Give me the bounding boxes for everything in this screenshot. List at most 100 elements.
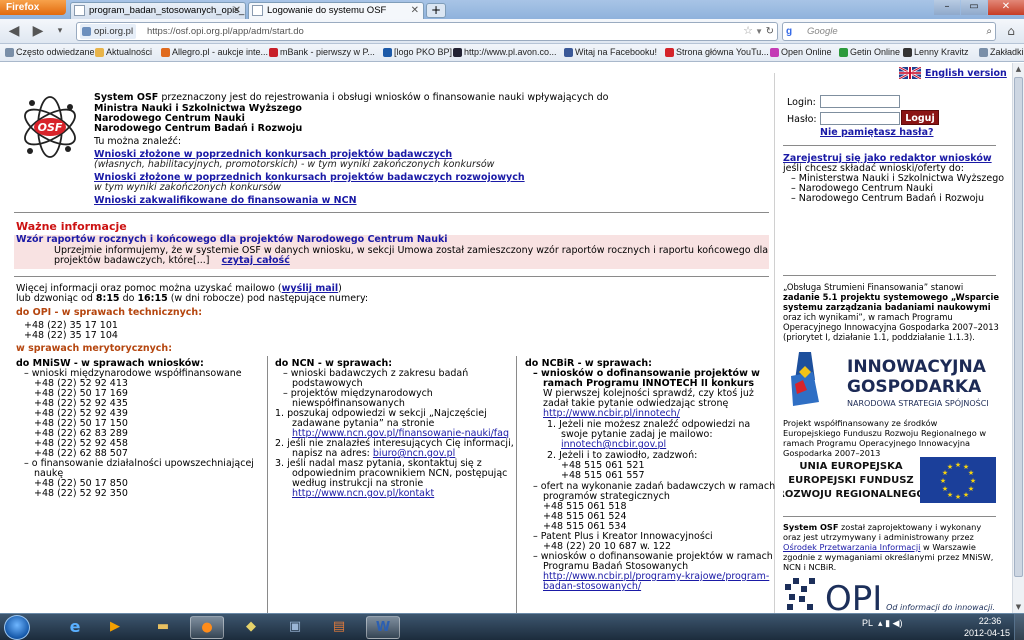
link-ncn-qualified[interactable]: Wnioski zakwalifikowane do finansowania … xyxy=(94,195,357,206)
bookmark-item[interactable]: Getin Online xyxy=(838,44,900,61)
password-label: Hasło: xyxy=(787,114,817,125)
divider xyxy=(14,276,769,277)
bookmarks-menu[interactable]: Zakładki xyxy=(978,44,1024,61)
bookmark-item[interactable]: Lenny Kravitz xyxy=(902,44,969,61)
url-dropdown-icon[interactable]: ▼ xyxy=(755,23,763,40)
history-dropdown-icon[interactable]: ▾ xyxy=(50,22,70,41)
clock-date[interactable]: 2012-04-15 xyxy=(962,628,1012,638)
reload-icon[interactable]: ↻ xyxy=(766,23,774,40)
close-window-button[interactable]: ✕ xyxy=(988,0,1024,15)
media-player-icon[interactable]: ▶ xyxy=(98,616,132,639)
svg-text:EUROPEJSKI FUNDUSZ: EUROPEJSKI FUNDUSZ xyxy=(788,475,913,486)
svg-text:★: ★ xyxy=(955,493,961,501)
search-bar[interactable]: g Google ⌕ xyxy=(782,22,996,41)
show-desktop-button[interactable] xyxy=(1014,614,1024,640)
phone: +48 (22) 52 92 350 xyxy=(34,488,128,499)
home-icon[interactable]: ⌂ xyxy=(1001,22,1021,41)
google-icon[interactable]: g xyxy=(786,25,799,38)
svg-text:★: ★ xyxy=(968,469,974,477)
link2-note: w tym wyniki zakończonych konkursów xyxy=(94,182,281,193)
scroll-up-icon[interactable]: ▲ xyxy=(1013,63,1024,75)
pbs-link[interactable]: badan-stosowanych/ xyxy=(543,582,641,592)
login-label: Login: xyxy=(787,97,816,108)
divider xyxy=(783,275,996,276)
presentation-icon[interactable]: ▤ xyxy=(322,616,356,639)
clock-time[interactable]: 22:36 xyxy=(968,616,1012,626)
save-disk-icon[interactable]: ▣ xyxy=(278,616,312,639)
password-input[interactable] xyxy=(820,112,900,125)
tab-pdf[interactable]: program_badan_stosowanych_opis_1... ✕ xyxy=(70,2,246,19)
tech-phone: +48 (22) 35 17 104 xyxy=(24,330,118,341)
page-content: English version OSF System OSF przeznacz… xyxy=(0,63,1012,613)
firefox-menu-button[interactable]: Firefox xyxy=(0,0,66,15)
news-title: Wzór raportów rocznych i końcowego dla p… xyxy=(16,234,448,245)
bookmark-item[interactable]: Strona główna YouTu... xyxy=(664,44,769,61)
tab-label: program_badan_stosowanych_opis_1... xyxy=(89,5,246,16)
login-input[interactable] xyxy=(820,95,900,108)
read-more-link[interactable]: czytaj całość xyxy=(222,255,290,266)
internet-explorer-icon[interactable]: e xyxy=(58,616,92,639)
bookmark-item[interactable]: [logo PKO BP] xyxy=(382,44,452,61)
forgot-password-link[interactable]: Nie pamiętasz hasła? xyxy=(820,127,934,138)
firefox-icon[interactable]: ● xyxy=(190,616,224,639)
bookmark-star-icon[interactable]: ☆ xyxy=(743,23,753,40)
bookmark-item[interactable]: Aktualności xyxy=(94,44,152,61)
word-icon[interactable]: W xyxy=(366,616,400,639)
ncn-contact-link[interactable]: http://www.ncn.gov.pl/kontakt xyxy=(292,489,434,499)
bookmark-item[interactable]: Open Online xyxy=(769,44,832,61)
svg-text:★: ★ xyxy=(963,491,969,499)
scroll-down-icon[interactable]: ▼ xyxy=(1013,601,1024,613)
sidebar-text: NCN i NCBiR. xyxy=(783,562,837,572)
svg-text:NARODOWA STRATEGIA SPÓJNOŚCI: NARODOWA STRATEGIA SPÓJNOŚCI xyxy=(847,397,989,408)
language-indicator[interactable]: PL xyxy=(862,618,873,628)
svg-text:UNIA EUROPEJSKA: UNIA EUROPEJSKA xyxy=(799,461,902,472)
scroll-thumb[interactable] xyxy=(1014,77,1023,577)
bookmark-item[interactable]: Witaj na Facebooku! xyxy=(563,44,657,61)
svg-text:OPI: OPI xyxy=(825,579,882,613)
bookmark-item[interactable]: Allegro.pl - aukcje inte... xyxy=(160,44,268,61)
new-tab-button[interactable]: + xyxy=(426,3,446,18)
svg-text:ROZWOJU REGIONALNEGO: ROZWOJU REGIONALNEGO xyxy=(783,489,925,500)
bookmark-item[interactable]: mBank - pierwszy w P... xyxy=(268,44,375,61)
tray-up-icon[interactable]: ▴ xyxy=(878,618,883,628)
divider xyxy=(14,212,769,213)
notes-icon[interactable]: ◆ xyxy=(234,616,268,639)
phone: +48 515 061 557 xyxy=(561,470,645,481)
url-text[interactable]: https://osf.opi.org.pl/app/adm/start.do xyxy=(147,23,304,40)
innotech-link[interactable]: http://www.ncbir.pl/innotech/ xyxy=(543,409,680,419)
close-tab-icon[interactable]: ✕ xyxy=(233,3,241,18)
bookmark-item[interactable]: http://www.pl.avon.co... xyxy=(452,44,557,61)
svg-text:OSF: OSF xyxy=(38,121,63,134)
uk-flag-icon[interactable] xyxy=(899,67,921,79)
opi-link[interactable]: Ośrodek Przetwarzania Informacji xyxy=(783,542,920,552)
volume-icon[interactable]: ◀) xyxy=(893,618,903,628)
bookmark-item[interactable]: Często odwiedzane xyxy=(4,44,95,61)
tab-osf-login[interactable]: Logowanie do systemu OSF ✕ xyxy=(248,2,424,19)
page-scrollbar[interactable]: ▲ ▼ xyxy=(1012,63,1024,613)
url-bar[interactable]: opi.org.pl https://osf.opi.org.pl/app/ad… xyxy=(76,22,778,41)
sidebar-text: (priorytet I, działanie 1.1, poddziałani… xyxy=(783,332,975,342)
english-version-link[interactable]: English version xyxy=(925,68,1007,79)
file-explorer-icon[interactable]: ▬ xyxy=(146,616,180,639)
svg-text:★: ★ xyxy=(940,477,946,485)
back-icon[interactable]: ◀ xyxy=(4,22,24,41)
close-tab-icon[interactable]: ✕ xyxy=(411,3,419,18)
divider xyxy=(783,516,996,517)
sidebar-separator xyxy=(774,73,775,613)
forward-icon[interactable]: ▶ xyxy=(28,22,48,41)
search-icon[interactable]: ⌕ xyxy=(986,23,992,40)
site-identity[interactable]: opi.org.pl xyxy=(80,24,137,39)
tech-heading: do OPI - w sprawach technicznych: xyxy=(16,307,202,318)
minimize-button[interactable]: – xyxy=(934,0,960,15)
register-item: – Narodowego Centrum Badań i Rozwoju xyxy=(791,193,985,204)
innotech-mail-link[interactable]: innotech@ncbir.gov.pl xyxy=(561,440,666,450)
tab-strip: Firefox program_badan_stosowanych_opis_1… xyxy=(0,0,1024,19)
network-icon[interactable]: ▮ xyxy=(885,618,890,628)
login-button[interactable]: Loguj xyxy=(901,110,939,125)
tab-label: Logowanie do systemu OSF xyxy=(267,5,387,16)
search-input[interactable]: Google xyxy=(807,23,838,40)
column-separator xyxy=(267,356,268,613)
start-button[interactable] xyxy=(4,615,30,640)
osf-logo: OSF xyxy=(24,96,76,158)
maximize-button[interactable]: ▭ xyxy=(961,0,987,15)
